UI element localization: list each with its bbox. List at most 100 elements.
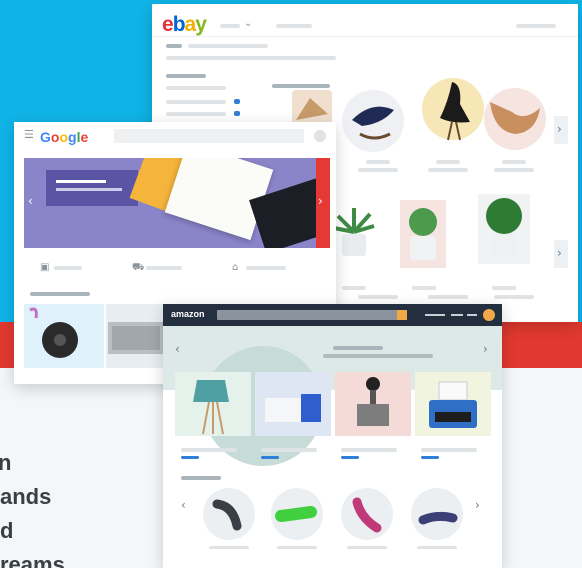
- logo-letter: g: [68, 129, 77, 145]
- avatar[interactable]: [314, 130, 326, 142]
- logo-letter: e: [80, 129, 89, 145]
- store-icon[interactable]: ▣: [40, 262, 49, 273]
- tube-icon: [418, 511, 458, 525]
- product-title[interactable]: [502, 160, 526, 164]
- hero-subline: [323, 354, 433, 358]
- product-image[interactable]: [400, 200, 446, 268]
- category-dropdown[interactable]: [220, 24, 240, 28]
- product-image[interactable]: [335, 372, 411, 436]
- amazon-window: amazon ‹ › ‹ ›: [163, 304, 502, 568]
- menu-icon[interactable]: ☰: [24, 128, 34, 141]
- filter-heading: [166, 74, 206, 78]
- nav-link[interactable]: [451, 314, 463, 316]
- breadcrumb[interactable]: [166, 44, 182, 48]
- lamp-icon: [193, 380, 229, 435]
- logo-letter: e: [162, 13, 174, 36]
- tube-icon: [212, 499, 242, 531]
- filter-item[interactable]: [166, 86, 226, 90]
- sort-control[interactable]: [272, 84, 330, 88]
- product-price: [358, 295, 398, 299]
- product-image[interactable]: [24, 304, 104, 368]
- product-image[interactable]: [422, 78, 484, 141]
- accessory-item[interactable]: [271, 488, 323, 540]
- home-icon[interactable]: ⌂: [232, 262, 238, 273]
- tagline-line: reams: [0, 552, 65, 568]
- amazon-logo[interactable]: amazon: [171, 309, 205, 319]
- accessory-title[interactable]: [209, 546, 249, 549]
- product-image[interactable]: [478, 194, 530, 264]
- product-image[interactable]: [415, 372, 491, 436]
- filter-checkbox[interactable]: [234, 111, 240, 116]
- box-icon: [265, 394, 321, 422]
- product-image[interactable]: [175, 372, 251, 436]
- accessory-item[interactable]: [341, 488, 393, 540]
- chevron-right-icon[interactable]: ›: [318, 194, 323, 208]
- product-price: [261, 456, 279, 459]
- stamp-icon: [357, 377, 389, 426]
- plant-icon: [486, 198, 522, 256]
- chevron-left-icon[interactable]: ‹: [28, 194, 33, 208]
- chevron-right-icon: ›: [557, 122, 562, 136]
- product-title[interactable]: [436, 160, 460, 164]
- product-title[interactable]: [492, 286, 516, 290]
- search-input[interactable]: [114, 129, 304, 143]
- product-title[interactable]: [366, 160, 390, 164]
- chevron-right-icon[interactable]: ›: [475, 498, 480, 512]
- nav-link[interactable]: [54, 266, 82, 270]
- chevron-left-icon[interactable]: ‹: [175, 342, 180, 356]
- product-title[interactable]: [341, 448, 397, 452]
- product-image[interactable]: [330, 202, 378, 262]
- product-title[interactable]: [261, 448, 317, 452]
- chevron-right-icon[interactable]: ›: [483, 342, 488, 356]
- logo-letter: b: [172, 13, 186, 36]
- nav-link[interactable]: [246, 266, 286, 270]
- accessory-title[interactable]: [347, 546, 387, 549]
- carousel-next[interactable]: ›: [554, 240, 568, 268]
- search-input[interactable]: [217, 310, 407, 320]
- tagline-line: ands: [0, 484, 52, 509]
- product-price: [341, 456, 359, 459]
- section-heading: [181, 476, 221, 480]
- product-title[interactable]: [342, 286, 366, 290]
- tagline-line: n: [0, 450, 12, 475]
- search-button[interactable]: [397, 310, 407, 320]
- nav-link[interactable]: [467, 314, 477, 316]
- nav-link[interactable]: [425, 314, 445, 316]
- product-title[interactable]: [181, 448, 237, 452]
- product-image[interactable]: [255, 372, 331, 436]
- cart-icon[interactable]: ⛟: [132, 262, 145, 275]
- filter-checkbox[interactable]: [234, 99, 240, 104]
- product-price: [181, 456, 199, 459]
- chevron-down-icon: ⌄: [244, 18, 253, 29]
- chevron-left-icon[interactable]: ‹: [181, 498, 186, 512]
- product-title[interactable]: [412, 286, 436, 290]
- hero-headline: [56, 180, 106, 183]
- accessory-title[interactable]: [277, 546, 317, 549]
- logo-letter: a: [184, 13, 197, 36]
- carousel-next[interactable]: ›: [554, 116, 568, 144]
- hero-banner[interactable]: ‹ ›: [24, 158, 330, 248]
- product-image[interactable]: [342, 90, 404, 152]
- bowl-sculpture-icon: [490, 102, 540, 134]
- ebay-logo[interactable]: ebay: [162, 13, 207, 37]
- google-logo[interactable]: Google: [40, 129, 88, 145]
- nav-link[interactable]: [146, 266, 182, 270]
- nav-link[interactable]: [276, 24, 312, 28]
- product-image[interactable]: [484, 88, 546, 150]
- plant-icon: [333, 208, 375, 256]
- header-divider: [152, 36, 578, 37]
- filter-item[interactable]: [166, 112, 226, 116]
- section-heading: [30, 292, 90, 296]
- hero-subline: [56, 188, 122, 191]
- product-image[interactable]: [106, 304, 166, 368]
- tube-icon: [352, 497, 382, 533]
- accessory-title[interactable]: [417, 546, 457, 549]
- product-price: [494, 168, 534, 172]
- product-title[interactable]: [421, 448, 477, 452]
- account-link[interactable]: [516, 24, 556, 28]
- avatar[interactable]: [483, 309, 495, 321]
- accessory-item[interactable]: [203, 488, 255, 540]
- hero-headline: [333, 346, 383, 350]
- filter-item[interactable]: [166, 100, 226, 104]
- accessory-item[interactable]: [411, 488, 463, 540]
